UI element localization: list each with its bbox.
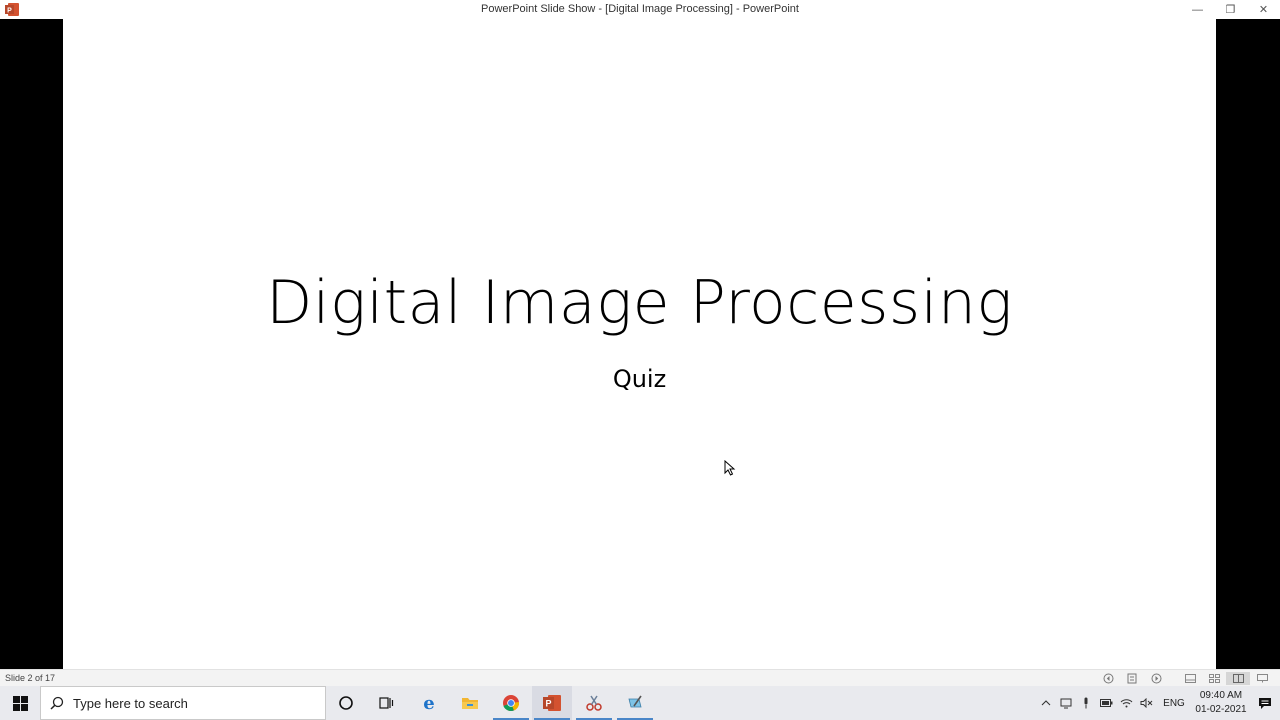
- clock-time: 09:40 AM: [1199, 690, 1243, 701]
- display-icon[interactable]: [1056, 686, 1076, 720]
- chrome-icon: [503, 695, 520, 712]
- task-view-icon: [379, 697, 394, 709]
- normal-view-icon[interactable]: [1178, 672, 1202, 685]
- restore-button[interactable]: ❐: [1214, 0, 1247, 19]
- slide-subtitle: Quiz: [612, 365, 667, 393]
- chrome-button[interactable]: [491, 686, 531, 720]
- taskbar-search-box[interactable]: [40, 686, 326, 720]
- task-view-button[interactable]: [366, 686, 406, 720]
- chevron-up-icon[interactable]: [1036, 686, 1056, 720]
- windows-logo-icon: [12, 695, 28, 711]
- edge-icon: e: [423, 694, 434, 712]
- snipping-tool-button[interactable]: [574, 686, 614, 720]
- file-explorer-icon: [462, 698, 478, 709]
- mouse-cursor-icon: [724, 460, 736, 476]
- cortana-button[interactable]: [326, 686, 366, 720]
- slide-counter: Slide 2 of 17: [5, 673, 56, 683]
- close-button[interactable]: ✕: [1247, 0, 1280, 19]
- cortana-icon: [339, 696, 353, 710]
- next-icon[interactable]: [1144, 672, 1168, 685]
- reading-view-icon[interactable]: [1226, 672, 1250, 685]
- notepad-button[interactable]: [615, 686, 655, 720]
- window-title-bar: P PowerPoint Slide Show - [Digital Image…: [0, 0, 1280, 19]
- clock[interactable]: 09:40 AM 01-02-2021: [1192, 689, 1250, 717]
- slideshow-icon[interactable]: [1250, 672, 1274, 685]
- search-input[interactable]: [73, 695, 313, 711]
- system-tray: ENG 09:40 AM 01-02-2021: [1036, 686, 1280, 720]
- edge-button[interactable]: e: [409, 686, 449, 720]
- slide-sorter-icon[interactable]: [1202, 672, 1226, 685]
- slideshow-stage[interactable]: Digital Image Processing Quiz: [0, 19, 1280, 669]
- language-indicator[interactable]: ENG: [1156, 698, 1192, 709]
- powerpoint-button[interactable]: P: [532, 686, 572, 720]
- start-button[interactable]: [0, 686, 40, 720]
- notification-icon: [1259, 697, 1271, 709]
- search-icon: [50, 696, 64, 710]
- svg-text:P: P: [545, 699, 551, 709]
- svg-text:e: e: [423, 694, 434, 712]
- file-explorer-button[interactable]: [450, 686, 490, 720]
- wifi-icon[interactable]: [1116, 686, 1136, 720]
- microphone-icon[interactable]: [1076, 686, 1096, 720]
- volume-muted-icon[interactable]: [1136, 686, 1156, 720]
- window-title: PowerPoint Slide Show - [Digital Image P…: [481, 3, 799, 15]
- taskbar: e P: [0, 686, 1280, 720]
- slideshow-status-bar: Slide 2 of 17: [0, 669, 1280, 686]
- slide-menu-icon[interactable]: [1120, 672, 1144, 685]
- action-center-button[interactable]: [1250, 686, 1280, 720]
- snipping-tool-icon: [586, 695, 602, 711]
- minimize-button[interactable]: —: [1181, 0, 1214, 19]
- previous-icon[interactable]: [1096, 672, 1120, 685]
- slide-title: Digital Image Processing: [266, 268, 1013, 338]
- slide[interactable]: Digital Image Processing Quiz: [63, 19, 1216, 669]
- clock-date: 01-02-2021: [1195, 704, 1247, 715]
- notepad-icon: [628, 695, 642, 708]
- battery-icon[interactable]: [1096, 686, 1116, 720]
- powerpoint-icon: P: [543, 695, 561, 711]
